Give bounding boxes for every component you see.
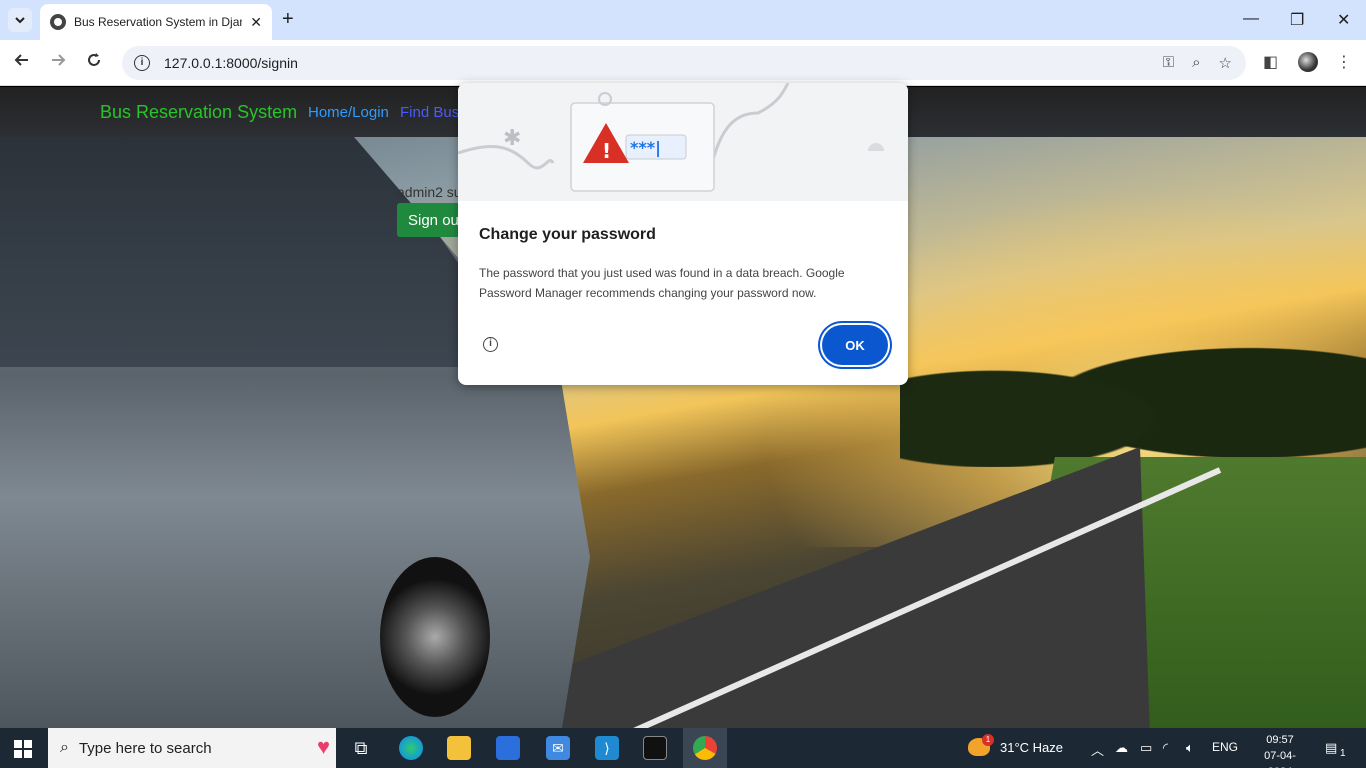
restore-button[interactable]: ❐ — [1290, 10, 1304, 30]
password-breach-illustration: ✱ ***| ! — [458, 83, 908, 201]
volume-icon[interactable]: 🔈︎ — [1186, 740, 1194, 756]
bus-window — [0, 137, 530, 367]
minimize-button[interactable]: — — [1243, 10, 1259, 28]
star-icon[interactable]: ☆ — [1219, 54, 1232, 72]
chevron-down-icon — [15, 17, 25, 24]
svg-text:✱: ✱ — [503, 126, 521, 151]
close-icon[interactable]: ✕ — [250, 14, 262, 31]
tab-strip: Bus Reservation System in Djan ✕ + — ❐ ✕ — [0, 0, 1366, 40]
back-button[interactable] — [14, 52, 30, 73]
notification-icon[interactable]: ▤ — [1325, 740, 1337, 756]
weather-text[interactable]: 31°C Haze — [1000, 740, 1063, 755]
dialog-message: The password that you just used was foun… — [479, 266, 845, 300]
nav-find-bus[interactable]: Find Bus — [400, 104, 459, 121]
windows-taskbar: ⌕ Type here to search ♥ ⧉ ✉ ⟩ 1 31°C Haz… — [0, 728, 1366, 768]
profile-avatar[interactable] — [1298, 52, 1318, 72]
chrome-icon[interactable] — [693, 736, 717, 760]
system-clock[interactable]: 09:57 07-04-2024 — [1252, 732, 1308, 768]
site-info-icon[interactable]: i — [134, 55, 150, 71]
notification-count: 1 — [1340, 748, 1346, 759]
sign-out-button[interactable]: Sign out — [397, 203, 467, 237]
globe-icon — [50, 14, 66, 30]
forward-button[interactable] — [50, 52, 66, 73]
nav-home-login[interactable]: Home/Login — [308, 104, 389, 121]
ok-button[interactable]: OK — [822, 325, 888, 365]
site-brand[interactable]: Bus Reservation System — [100, 102, 297, 123]
new-tab-button[interactable]: + — [282, 8, 294, 31]
language-indicator[interactable]: ENG — [1212, 740, 1238, 754]
taskbar-search[interactable]: ⌕ Type here to search ♥ — [48, 728, 336, 768]
terminal-icon[interactable] — [643, 736, 667, 760]
windows-start-button[interactable] — [14, 740, 32, 758]
arrow-left-icon — [14, 54, 28, 66]
side-panel-icon[interactable]: ◧ — [1263, 52, 1278, 72]
search-icon: ⌕ — [60, 739, 69, 756]
wifi-icon[interactable]: ◜ — [1163, 740, 1168, 756]
edge-icon[interactable] — [399, 736, 423, 760]
arrow-right-icon — [52, 54, 66, 66]
omnibox-icons: ⚿ ⌕ ☆ — [1163, 54, 1232, 72]
close-window-button[interactable]: ✕ — [1337, 10, 1350, 30]
tab-search-button[interactable] — [8, 8, 32, 32]
file-explorer-icon[interactable] — [447, 736, 471, 760]
browser-tab-active[interactable]: Bus Reservation System in Djan ✕ — [40, 4, 272, 40]
weather-badge: 1 — [982, 734, 994, 746]
vscode-icon[interactable]: ⟩ — [595, 736, 619, 760]
user-greeting: admin2 su — [397, 184, 462, 200]
url-text: 127.0.0.1:8000/signin — [164, 55, 298, 71]
reload-button[interactable] — [86, 52, 102, 73]
bus-wheel — [380, 557, 490, 717]
info-icon[interactable]: i — [483, 337, 498, 352]
browser-toolbar: i 127.0.0.1:8000/signin ⚿ ⌕ ☆ ◧ ⋮ — [0, 40, 1366, 86]
reload-icon — [88, 53, 100, 66]
store-icon[interactable] — [496, 736, 520, 760]
dialog-title: Change your password — [479, 226, 656, 243]
tab-title: Bus Reservation System in Djan — [74, 15, 242, 29]
search-highlight-icon: ♥ — [316, 734, 330, 759]
battery-icon[interactable]: ▭ — [1140, 740, 1152, 756]
zoom-icon[interactable]: ⌕ — [1192, 54, 1200, 72]
key-icon[interactable]: ⚿ — [1163, 54, 1174, 72]
menu-icon[interactable]: ⋮ — [1336, 52, 1352, 72]
search-placeholder: Type here to search — [78, 739, 212, 757]
svg-text:!: ! — [602, 139, 611, 163]
illustration-password-text: ***| — [630, 138, 661, 158]
chevron-up-icon[interactable]: ︿ — [1091, 740, 1104, 759]
task-view-icon[interactable]: ⧉ — [349, 736, 373, 760]
clock-time: 09:57 — [1266, 734, 1294, 746]
onedrive-icon[interactable]: ☁ — [1115, 740, 1128, 756]
change-password-dialog: ✱ ***| ! Change your password The passwo… — [458, 83, 908, 385]
tree-line — [900, 307, 1366, 467]
address-bar[interactable]: i 127.0.0.1:8000/signin ⚿ ⌕ ☆ — [122, 46, 1246, 80]
mail-icon[interactable]: ✉ — [546, 736, 570, 760]
clock-date: 07-04-2024 — [1264, 750, 1296, 768]
breach-illustration-svg: ✱ ***| ! — [458, 83, 884, 192]
